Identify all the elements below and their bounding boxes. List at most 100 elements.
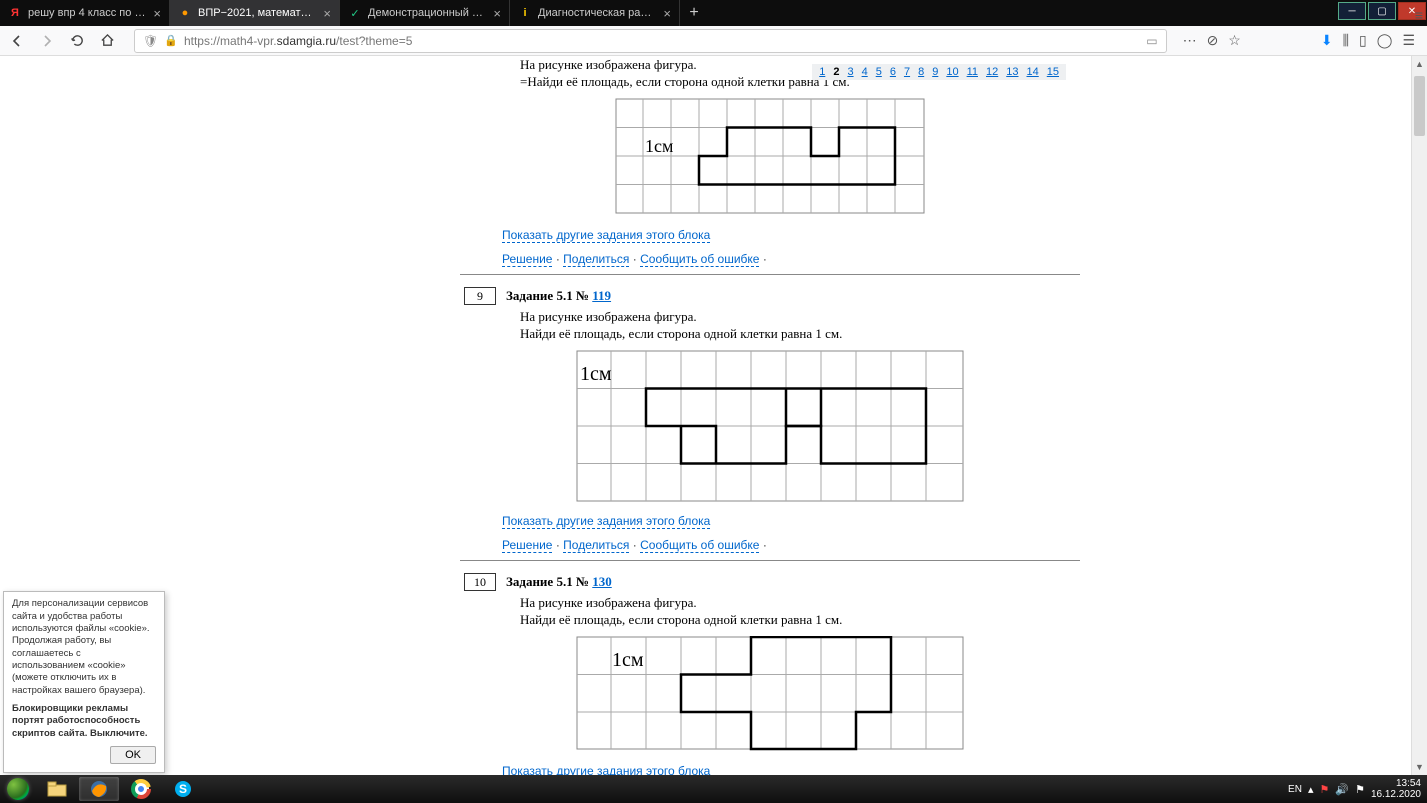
pager-item[interactable]: 12	[983, 66, 1001, 78]
task-9-text: На рисунке изображена фигура. Найди её п…	[460, 309, 1080, 342]
pager-item[interactable]: 15	[1044, 66, 1062, 78]
pager-item[interactable]: 13	[1003, 66, 1021, 78]
pager-item[interactable]: 11	[964, 66, 981, 78]
lock-icon[interactable]: 🔒	[164, 34, 178, 47]
sidebar-icon[interactable]: ▯	[1359, 32, 1367, 49]
home-button[interactable]	[96, 30, 118, 52]
report-link[interactable]: Сообщить об ошибке	[640, 538, 759, 553]
task-actions: Решение · Поделиться · Сообщить об ошибк…	[502, 252, 1080, 266]
task-id-link[interactable]: 130	[592, 574, 612, 589]
tray-network-icon[interactable]: ⚑	[1355, 783, 1365, 796]
new-tab-button[interactable]: +	[680, 0, 708, 26]
back-button[interactable]	[6, 30, 28, 52]
close-icon[interactable]: ×	[153, 6, 161, 21]
more-icon[interactable]: ⋯	[1183, 32, 1197, 49]
task-separator	[460, 274, 1080, 275]
tray-flag-icon[interactable]: ⚑	[1319, 783, 1329, 796]
url-text: https://math4-vpr.sdamgia.ru/test?theme=…	[184, 34, 412, 48]
tray-volume-icon[interactable]: 🔊	[1335, 783, 1349, 796]
browser-tab-0[interactable]: Я решу впр 4 класс по матема ×	[0, 0, 170, 26]
shield-icon[interactable]: 🛡	[143, 34, 158, 48]
cookie-ok-button[interactable]: OK	[110, 746, 156, 764]
taskbar-skype[interactable]: S	[163, 777, 203, 801]
bookmark-icon[interactable]: ☆	[1228, 32, 1241, 49]
svg-text:S: S	[179, 782, 187, 796]
show-other-link[interactable]: Показать другие задания этого блока	[502, 514, 1080, 528]
svg-text:1см: 1см	[645, 136, 673, 156]
protection-icon[interactable]: ⊘	[1207, 32, 1219, 49]
pager-item[interactable]: 3	[844, 66, 856, 78]
close-icon[interactable]: ×	[323, 6, 331, 21]
task-id-link[interactable]: 119	[592, 288, 611, 303]
scroll-up-icon[interactable]: ▲	[1412, 56, 1427, 72]
pager-item-current: 2	[830, 66, 842, 78]
scroll-down-icon[interactable]: ▼	[1412, 759, 1427, 775]
browser-toolbar: 🛡 🔒 https://math4-vpr.sdamgia.ru/test?th…	[0, 26, 1427, 56]
menu-icon[interactable]: ☰	[1402, 32, 1415, 49]
account-icon[interactable]: ◯	[1377, 32, 1393, 49]
downloads-icon[interactable]: ⬇	[1321, 32, 1333, 49]
taskbar-firefox[interactable]	[79, 777, 119, 801]
favicon-info: i	[518, 6, 532, 20]
tray-language[interactable]: EN	[1288, 784, 1302, 795]
solution-link[interactable]: Решение	[502, 252, 552, 267]
scroll-thumb[interactable]	[1414, 76, 1425, 136]
pager-item[interactable]: 5	[873, 66, 885, 78]
share-link[interactable]: Поделиться	[563, 252, 629, 267]
pager-item[interactable]: 14	[1024, 66, 1042, 78]
library-icon[interactable]: ⫼	[1343, 32, 1349, 49]
browser-tab-1[interactable]: ● ВПР−2021, математика–4: за ×	[170, 0, 340, 26]
forward-button[interactable]	[36, 30, 58, 52]
favicon-sdamgia: ●	[178, 6, 192, 20]
page-viewport: На рисунке изображена фигура. =Найди её …	[0, 56, 1427, 775]
task-10-header: 10 Задание 5.1 № 130	[460, 573, 1080, 591]
show-other-link[interactable]: Показать другие задания этого блока	[502, 228, 1080, 242]
pager-item[interactable]: 4	[859, 66, 871, 78]
solution-link[interactable]: Решение	[502, 538, 552, 553]
vertical-scrollbar[interactable]: ▲ ▼	[1411, 56, 1427, 775]
windows-taskbar: S EN ▴ ⚑ 🔊 ⚑ 13:54 16.12.2020	[0, 775, 1427, 803]
report-link[interactable]: Сообщить об ошибке	[640, 252, 759, 267]
task-8-figure: 1см	[460, 98, 1080, 216]
close-icon[interactable]: ×	[663, 6, 671, 21]
task-actions: Решение · Поделиться · Сообщить об ошибк…	[502, 538, 1080, 552]
svg-text:1см: 1см	[612, 649, 644, 671]
pager-item[interactable]: 8	[915, 66, 927, 78]
pager-item[interactable]: 10	[943, 66, 961, 78]
task-9-header: 9 Задание 5.1 № 119	[460, 287, 1080, 305]
task-9-figure: 1см	[460, 350, 1080, 502]
pager-item[interactable]: 7	[901, 66, 913, 78]
share-link[interactable]: Поделиться	[563, 538, 629, 553]
browser-tab-2[interactable]: ✓ Демонстрационный вариант ×	[340, 0, 510, 26]
windows-logo-icon	[7, 778, 29, 800]
url-bar[interactable]: 🛡 🔒 https://math4-vpr.sdamgia.ru/test?th…	[134, 29, 1167, 53]
cookie-warning: Блокировщики рекламы портят работоспособ…	[12, 703, 156, 740]
task-10-text: На рисунке изображена фигура. Найди её п…	[460, 595, 1080, 628]
taskbar-explorer[interactable]	[37, 777, 77, 801]
svg-text:1см: 1см	[580, 363, 612, 385]
window-minimize-button[interactable]: ─	[1338, 2, 1366, 20]
taskbar-chrome[interactable]	[121, 777, 161, 801]
show-other-link[interactable]: Показать другие задания этого блока	[502, 764, 1080, 775]
window-maximize-button[interactable]: ▢	[1368, 2, 1396, 20]
pager-item[interactable]: 6	[887, 66, 899, 78]
favicon-yandex: Я	[8, 6, 22, 20]
reload-button[interactable]	[66, 30, 88, 52]
cookie-text: Для персонализации сервисов сайта и удоб…	[12, 598, 156, 697]
tab-title: Диагностическая работа по	[538, 7, 657, 19]
task-separator	[460, 560, 1080, 561]
close-icon[interactable]: ×	[493, 6, 501, 21]
task-number-box: 10	[464, 573, 496, 591]
start-button[interactable]	[0, 775, 36, 803]
browser-tab-3[interactable]: i Диагностическая работа по ×	[510, 0, 680, 26]
tab-title: Демонстрационный вариант	[368, 7, 487, 19]
tab-title: решу впр 4 класс по матема	[28, 7, 147, 19]
pager-item[interactable]: 9	[929, 66, 941, 78]
reader-mode-icon[interactable]: ▭	[1146, 34, 1157, 48]
favicon-check: ✓	[348, 6, 362, 20]
task-10-figure: 1см	[460, 636, 1080, 752]
pager-item[interactable]: 1	[816, 66, 828, 78]
overflow-icon[interactable]: ≡	[1411, 0, 1427, 30]
tray-clock[interactable]: 13:54 16.12.2020	[1371, 778, 1421, 800]
tray-chevron-icon[interactable]: ▴	[1308, 783, 1314, 796]
